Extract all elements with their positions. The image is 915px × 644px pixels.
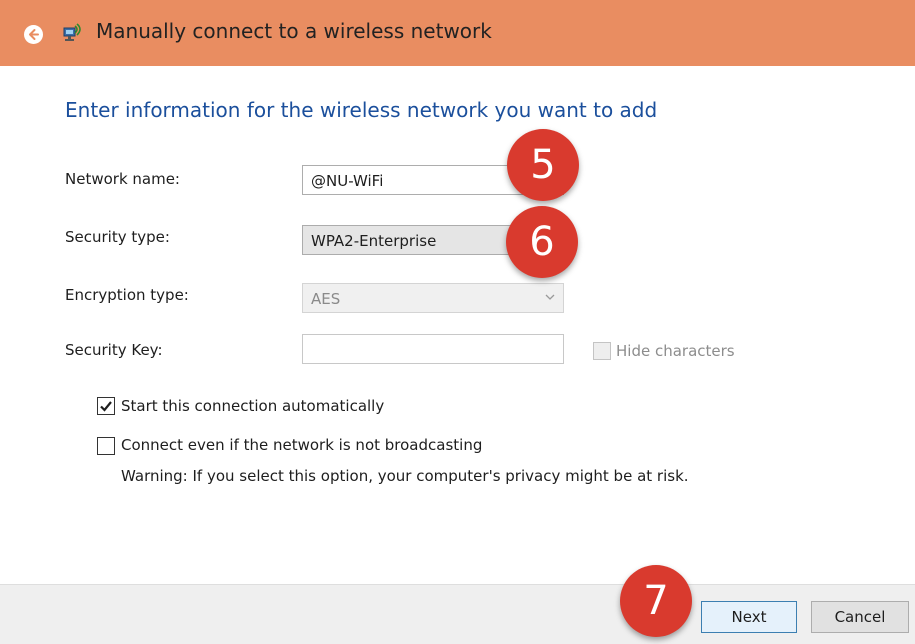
chevron-down-icon <box>545 294 555 300</box>
encryption-type-value: AES <box>311 290 341 308</box>
start-automatically-label: Start this connection automatically <box>121 397 385 415</box>
checkmark-icon <box>100 401 112 412</box>
encryption-type-select[interactable]: AES <box>302 283 564 313</box>
page-heading: Enter information for the wireless netwo… <box>65 98 658 122</box>
step-6-badge: 6 <box>506 206 578 278</box>
window-title: Manually connect to a wireless network <box>96 19 492 43</box>
security-key-input[interactable] <box>302 334 564 364</box>
privacy-warning-text: Warning: If you select this option, your… <box>121 467 689 485</box>
security-key-label: Security Key: <box>65 341 163 359</box>
step-5-badge: 5 <box>507 129 579 201</box>
title-bar: Manually connect to a wireless network <box>0 0 915 66</box>
next-button[interactable]: Next <box>701 601 797 633</box>
hide-characters-checkbox[interactable] <box>593 342 611 360</box>
security-type-label: Security type: <box>65 228 170 246</box>
back-arrow-icon <box>29 29 39 40</box>
step-7-badge: 7 <box>620 565 692 637</box>
security-type-value: WPA2-Enterprise <box>311 232 437 250</box>
network-icon <box>63 23 81 41</box>
encryption-type-label: Encryption type: <box>65 286 189 304</box>
cancel-button[interactable]: Cancel <box>811 601 909 633</box>
network-name-label: Network name: <box>65 170 180 188</box>
connect-not-broadcasting-checkbox[interactable] <box>97 437 115 455</box>
hide-characters-label: Hide characters <box>616 342 735 360</box>
back-button[interactable] <box>24 25 43 44</box>
start-automatically-checkbox[interactable] <box>97 397 115 415</box>
connect-not-broadcasting-label: Connect even if the network is not broad… <box>121 436 483 454</box>
